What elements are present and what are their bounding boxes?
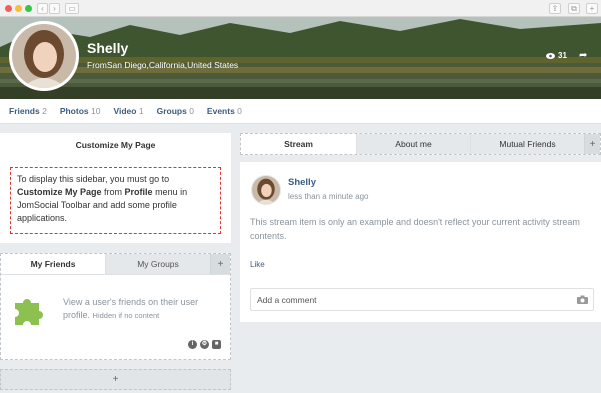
sidebar-toggle-icon[interactable]: ▭ (65, 3, 79, 14)
minimize-window-button[interactable] (15, 5, 22, 12)
puzzle-icon (15, 299, 43, 325)
add-widget-button[interactable]: + (0, 369, 231, 390)
tab-mutual-friends[interactable]: Mutual Friends (470, 134, 584, 154)
back-icon[interactable]: ‹ (37, 3, 48, 14)
tab-my-groups[interactable]: My Groups (105, 254, 210, 274)
stream-item: Shelly less than a minute ago This strea… (240, 162, 601, 322)
friends-widget: My Friends My Groups + View a user's fri… (0, 253, 231, 360)
add-widget-tab-button[interactable]: + (210, 254, 230, 274)
friends-widget-message: View a user's friends on their user prof… (63, 297, 199, 320)
add-stream-tab-button[interactable]: + (584, 134, 600, 154)
cover-landscape-image (0, 17, 601, 99)
tab-stream[interactable]: Stream (241, 134, 356, 154)
tab-photos[interactable]: Photos 10 (60, 106, 101, 116)
profile-views: 31 (546, 51, 567, 60)
eye-icon (546, 52, 555, 59)
tab-friends[interactable]: Friends 2 (9, 106, 47, 116)
maximize-window-button[interactable] (25, 5, 32, 12)
close-window-button[interactable] (5, 5, 12, 12)
customize-notice: To display this sidebar, you must go to … (10, 167, 221, 234)
stream-tabs: Stream About me Mutual Friends + (240, 133, 601, 155)
like-button[interactable]: Like (250, 260, 265, 269)
profile-cover (0, 17, 601, 99)
profile-name: Shelly (87, 40, 129, 56)
profile-menu-label: Profile (124, 187, 153, 197)
new-tab-icon[interactable]: + (586, 3, 598, 14)
tab-groups[interactable]: Groups 0 (157, 106, 194, 116)
tabs-overview-icon[interactable]: ⧉ (568, 3, 580, 14)
widget-actions: i ⚙ ■ (188, 340, 221, 349)
profile-tabs: Friends 2 Photos 10 Video 1 Groups 0 Eve… (0, 99, 601, 124)
tab-events[interactable]: Events 0 (207, 106, 242, 116)
profile-avatar[interactable] (9, 21, 79, 91)
share-icon[interactable]: ➦ (579, 50, 587, 61)
share-page-icon[interactable]: ⇪ (549, 3, 561, 14)
forward-icon[interactable]: › (49, 3, 60, 14)
author-name[interactable]: Shelly (288, 177, 316, 188)
tab-about-me[interactable]: About me (356, 134, 470, 154)
views-count: 31 (558, 51, 567, 60)
post-time: less than a minute ago (288, 192, 369, 201)
author-photo (252, 176, 280, 204)
profile-location: FromSan Diego,California,United States (87, 60, 239, 70)
camera-icon[interactable] (577, 295, 588, 304)
profile-photo (12, 24, 76, 88)
gear-icon[interactable]: ⚙ (200, 340, 209, 349)
post-message: This stream item is only an example and … (250, 217, 580, 241)
customize-page-card: Customize My Page To display this sideba… (0, 133, 231, 243)
customize-link: Customize My Page (17, 187, 102, 197)
tab-my-friends[interactable]: My Friends (1, 254, 105, 274)
customize-title: Customize My Page (75, 140, 156, 150)
hidden-note: Hidden if no content (92, 311, 160, 320)
comment-input[interactable]: Add a comment (250, 288, 594, 311)
info-icon[interactable]: i (188, 340, 197, 349)
browser-toolbar: ‹ › ▭ ⇪ ⧉ + (0, 0, 601, 17)
friends-widget-tabs: My Friends My Groups + (1, 254, 230, 275)
author-avatar[interactable] (251, 175, 281, 205)
comment-placeholder: Add a comment (257, 295, 317, 305)
tab-video[interactable]: Video 1 (113, 106, 143, 116)
lock-icon[interactable]: ■ (212, 340, 221, 349)
